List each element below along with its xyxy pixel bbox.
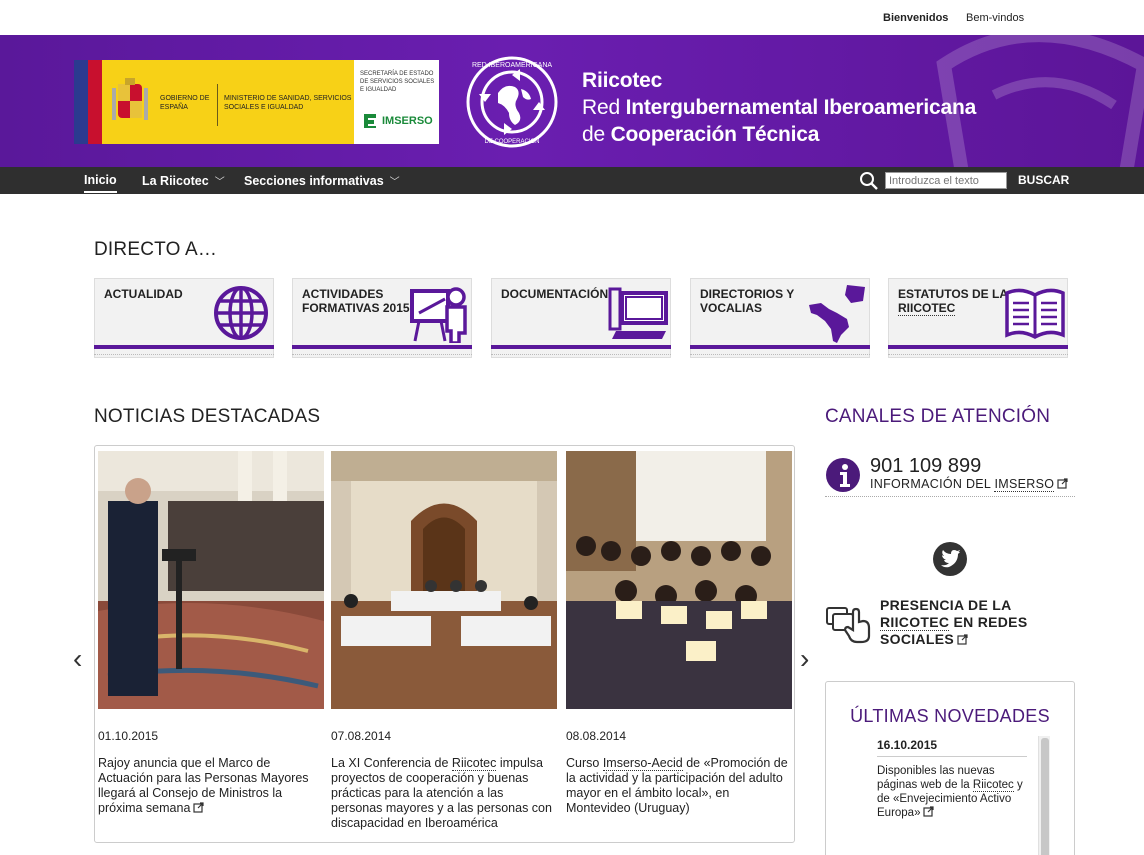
site-header: GOBIERNO DE ESPAÑA MINISTERIO DE SANIDAD… bbox=[0, 35, 1144, 167]
imserso-icon bbox=[364, 114, 376, 128]
canales-heading: CANALES DE ATENCIÓN bbox=[825, 406, 1051, 427]
imserso-info-link[interactable]: INFORMACIÓN DEL IMSERSO bbox=[870, 477, 1068, 492]
svg-text:DE COOPERACION: DE COOPERACION bbox=[484, 139, 539, 145]
news-photo-conference[interactable] bbox=[331, 451, 557, 709]
nav-la-riicotec[interactable]: La Riicotec ﹀ bbox=[142, 173, 225, 188]
external-link-icon bbox=[193, 802, 205, 813]
riicotec-emblem-icon[interactable]: RED IBEROAMERICANA DE COOPERACION bbox=[465, 55, 559, 149]
coat-of-arms-icon bbox=[112, 78, 148, 120]
lang-portuguese-link[interactable]: Bem-vindos bbox=[966, 12, 1024, 24]
lang-spanish-link[interactable]: Bienvenidos bbox=[883, 12, 948, 24]
phone-number: 901 109 899 bbox=[870, 455, 982, 477]
imserso-logo: IMSERSO bbox=[362, 112, 433, 130]
novedades-heading: ÚLTIMAS NOVEDADES bbox=[850, 706, 1050, 726]
tile-estatutos[interactable]: ESTATUTOS DE LA RIICOTEC bbox=[888, 278, 1068, 358]
news-title[interactable]: La XI Conferencia de Riicotec impulsa pr… bbox=[331, 756, 557, 831]
computer-icon bbox=[608, 287, 668, 339]
news-date: 01.10.2015 bbox=[98, 729, 159, 743]
chevron-down-icon: ﹀ bbox=[389, 177, 400, 188]
news-title[interactable]: Curso Imserso-Aecid de «Promoción de la … bbox=[566, 756, 792, 816]
divider bbox=[825, 496, 1075, 497]
news-item[interactable]: 08.08.2014 Curso Imserso-Aecid de «Promo… bbox=[566, 451, 792, 816]
ultimas-novedades-panel: ÚLTIMAS NOVEDADES 16.10.2015 Disponibles… bbox=[825, 681, 1075, 855]
secretaria-text: SECRETARÍA DE ESTADO DE SERVICIOS SOCIAL… bbox=[360, 71, 435, 93]
noticias-heading: NOTICIAS DESTACADAS bbox=[94, 406, 321, 427]
book-icon bbox=[1005, 288, 1065, 340]
novedad-date: 16.10.2015 bbox=[877, 738, 938, 752]
tile-documentacion[interactable]: DOCUMENTACIÓN bbox=[491, 278, 671, 358]
news-title[interactable]: Rajoy anuncia que el Marco de Actuación … bbox=[98, 756, 324, 816]
external-link-icon bbox=[1057, 478, 1068, 489]
search-icon[interactable] bbox=[859, 171, 879, 191]
ministerio-text: MINISTERIO DE SANIDAD, SERVICIOS SOCIALE… bbox=[224, 95, 352, 111]
news-date: 07.08.2014 bbox=[331, 729, 392, 743]
novedades-scrollbar[interactable] bbox=[1038, 736, 1050, 855]
search-button[interactable]: BUSCAR bbox=[1018, 173, 1069, 187]
external-link-icon bbox=[957, 634, 968, 645]
news-photo-group[interactable] bbox=[566, 451, 792, 709]
americas-map-icon bbox=[809, 285, 865, 343]
government-logo[interactable]: GOBIERNO DE ESPAÑA MINISTERIO DE SANIDAD… bbox=[74, 60, 439, 144]
site-title[interactable]: Riicotec Red Intergubernamental Iberoame… bbox=[582, 67, 976, 148]
news-date: 08.08.2014 bbox=[566, 729, 627, 743]
tile-directorios-vocalias[interactable]: DIRECTORIOS Y VOCALIAS bbox=[690, 278, 870, 358]
carousel-next-button[interactable]: › bbox=[800, 643, 820, 674]
social-presence-link[interactable]: PRESENCIA DE LA RIICOTEC EN REDES SOCIAL… bbox=[825, 596, 1075, 656]
news-item[interactable]: 01.10.2015 Rajoy anuncia que el Marco de… bbox=[98, 451, 324, 816]
directo-heading: DIRECTO A… bbox=[94, 239, 218, 260]
tile-actividades-formativas[interactable]: ACTIVIDADES FORMATIVAS 2015 bbox=[292, 278, 472, 358]
nav-inicio[interactable]: Inicio bbox=[84, 173, 117, 193]
svg-text:RED IBEROAMERICANA: RED IBEROAMERICANA bbox=[472, 62, 552, 69]
teacher-icon bbox=[410, 287, 467, 343]
globe-icon bbox=[214, 286, 268, 340]
news-item[interactable]: 07.08.2014 La XI Conferencia de Riicotec… bbox=[331, 451, 557, 831]
info-icon bbox=[826, 458, 860, 492]
nav-secciones-informativas[interactable]: Secciones informativas ﹀ bbox=[244, 173, 400, 188]
language-bar: Bienvenidos Bem-vindos bbox=[0, 0, 1144, 35]
external-link-icon bbox=[923, 806, 935, 817]
search-input[interactable] bbox=[885, 172, 1007, 189]
phone-contact[interactable]: 901 109 899 INFORMACIÓN DEL IMSERSO bbox=[825, 455, 1075, 497]
main-nav: Inicio La Riicotec ﹀ Secciones informativ… bbox=[0, 167, 1144, 194]
touch-hand-icon bbox=[826, 607, 871, 644]
tile-actualidad[interactable]: ACTUALIDAD bbox=[94, 278, 274, 358]
twitter-icon[interactable] bbox=[932, 541, 968, 577]
gobierno-text: GOBIERNO DE ESPAÑA bbox=[160, 95, 210, 111]
news-photo-speech[interactable] bbox=[98, 451, 324, 709]
novedad-text[interactable]: Disponibles las nuevas páginas web de la… bbox=[877, 764, 1037, 820]
carousel-prev-button[interactable]: ‹ bbox=[73, 643, 93, 674]
chevron-down-icon: ﹀ bbox=[214, 177, 225, 188]
